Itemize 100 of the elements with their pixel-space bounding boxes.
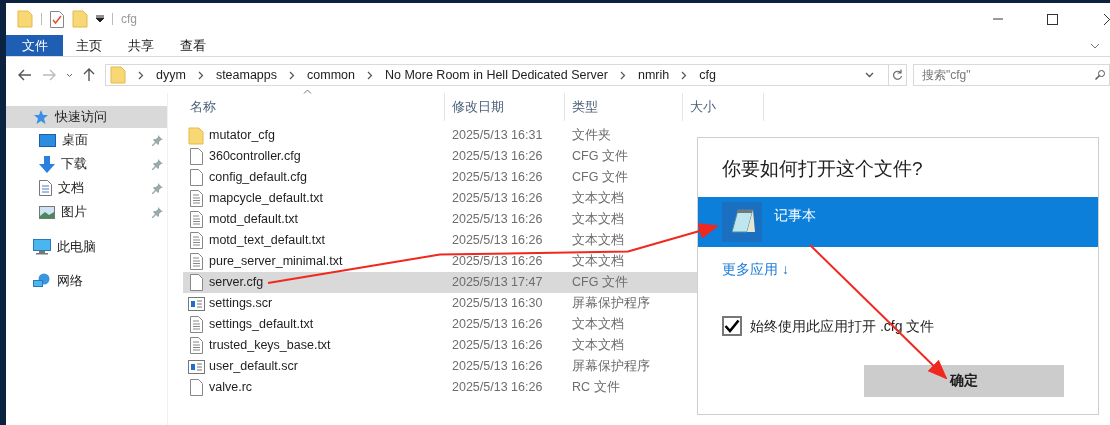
file-row[interactable]: settings.scr 2025/5/13 16:30 屏幕保护程序 (183, 293, 698, 314)
file-row[interactable]: motd_default.txt 2025/5/13 16:26 文本文档 (183, 209, 698, 230)
breadcrumb-item[interactable]: dyym (156, 65, 186, 85)
column-header[interactable]: 大小 (682, 93, 764, 121)
table-cell-text: 2025/5/13 16:26 (451, 379, 544, 397)
file-row[interactable]: config_default.cfg 2025/5/13 16:26 CFG 文件 (183, 167, 698, 188)
file-icon (189, 148, 203, 165)
chevron-right-icon (289, 70, 296, 80)
sidebar-item[interactable]: 文档 (6, 176, 167, 200)
file-name: settings.scr (208, 295, 274, 313)
up-arrow-icon[interactable] (83, 68, 95, 82)
search-field[interactable]: 搜索"cfg" (913, 64, 1110, 86)
folder-icon (72, 10, 88, 28)
window-title: cfg (121, 11, 137, 28)
network-icon (33, 273, 51, 289)
file-name: trusted_keys_base.txt (208, 337, 332, 355)
screensaver-file-icon (187, 359, 205, 374)
document-icon (39, 180, 52, 196)
column-header[interactable]: 名称 (183, 93, 444, 121)
table-cell-text: 2025/5/13 16:26 (451, 316, 544, 334)
text-file-icon (189, 316, 203, 333)
folder-icon (188, 126, 204, 145)
file-row[interactable]: user_default.scr 2025/5/13 16:26 屏幕保护程序 (183, 356, 698, 377)
sidebar-item[interactable]: 桌面 (6, 128, 167, 152)
close-icon[interactable] (1104, 13, 1110, 25)
text-file-icon (189, 337, 203, 354)
notepad-icon (722, 201, 762, 242)
back-arrow-icon[interactable] (18, 69, 32, 81)
chevron-right-icon (197, 70, 204, 80)
file-row[interactable]: 360controller.cfg 2025/5/13 16:26 CFG 文件 (183, 146, 698, 167)
breadcrumb-item[interactable]: common (307, 65, 355, 85)
table-cell-text: 2025/5/13 16:26 (451, 190, 544, 208)
column-header[interactable]: 修改日期 (444, 93, 564, 121)
file-name: 360controller.cfg (208, 148, 302, 166)
table-cell-text: CFG 文件 (571, 169, 628, 187)
app-option[interactable]: 记事本 (698, 196, 1098, 247)
file-name: pure_server_minimal.txt (208, 253, 344, 271)
dropdown-icon[interactable] (96, 15, 104, 23)
file-icon (189, 274, 203, 291)
computer-icon (33, 239, 51, 255)
file-row[interactable]: mapcycle_default.txt 2025/5/13 16:26 文本文档 (183, 188, 698, 209)
address-bar[interactable]: dyym steamapps common No More Room in Hell Dedicated Server nmrih cfg (105, 64, 907, 86)
file-row[interactable]: pure_server_minimal.txt 2025/5/13 16:26 文本文档 (183, 251, 698, 272)
chevron-right-icon (620, 70, 626, 80)
check-icon (724, 319, 740, 333)
more-apps-link[interactable]: 更多应用 ↓ (722, 258, 789, 280)
table-cell-text: 文本文档 (571, 337, 624, 355)
file-row[interactable]: mutator_cfg 2025/5/13 16:31 文件夹 (183, 125, 698, 146)
table-cell-text: 文本文档 (571, 190, 624, 208)
chevron-down-icon[interactable] (1090, 42, 1100, 49)
breadcrumb-item[interactable]: cfg (699, 65, 716, 85)
text-file-icon (189, 190, 203, 207)
file-row[interactable]: server.cfg 2025/5/13 17:47 CFG 文件 (183, 272, 698, 293)
ribbon-tab[interactable]: 查看 (167, 35, 219, 56)
file-row[interactable]: trusted_keys_base.txt 2025/5/13 16:26 文本文档 (183, 335, 698, 356)
sidebar-item[interactable]: 网络 (6, 270, 167, 292)
text-file-icon (189, 253, 203, 270)
ribbon-tab[interactable]: 文件 (6, 35, 63, 56)
file-name: valve.rc (208, 379, 254, 397)
maximize-icon[interactable] (1047, 13, 1058, 25)
sidebar-item[interactable]: 图片 (6, 200, 167, 224)
table-cell-text: 2025/5/13 16:26 (451, 211, 544, 229)
ribbon-tab[interactable]: 共享 (115, 35, 167, 56)
table-cell-text: 文件夹 (571, 127, 611, 145)
table-cell-text: 2025/5/13 16:31 (451, 127, 544, 145)
chevron-down-icon[interactable] (865, 72, 874, 78)
sidebar-item[interactable]: 下载 (6, 152, 167, 176)
dialog-title: 你要如何打开这个文件? (721, 157, 924, 181)
table-cell-text: 文本文档 (571, 253, 624, 271)
table-cell-text: 2025/5/13 16:26 (451, 337, 544, 355)
download-icon (39, 155, 55, 173)
ribbon-tab[interactable]: 主页 (63, 35, 115, 56)
table-cell-text: 2025/5/13 16:26 (451, 148, 544, 166)
file-row[interactable]: valve.rc 2025/5/13 16:26 RC 文件 (183, 377, 698, 398)
chevron-down-icon[interactable] (66, 72, 73, 78)
properties-icon[interactable] (50, 10, 64, 28)
table-cell-text: 屏幕保护程序 (571, 358, 650, 376)
chevron-right-icon (366, 70, 373, 80)
file-name: config_default.cfg (208, 169, 308, 187)
folder-icon (17, 10, 33, 28)
column-header[interactable]: 类型 (564, 93, 682, 121)
table-cell-text: 文本文档 (571, 211, 624, 229)
text-file-icon (189, 232, 203, 249)
file-name: settings_default.txt (208, 316, 315, 334)
file-row[interactable]: settings_default.txt 2025/5/13 16:26 文本文档 (183, 314, 698, 335)
ok-button[interactable]: 确定 (864, 364, 1064, 397)
chevron-right-icon (681, 70, 688, 80)
table-cell-text: 屏幕保护程序 (571, 295, 650, 313)
sidebar-item[interactable]: 快速访问 (6, 106, 167, 128)
file-row[interactable]: motd_text_default.txt 2025/5/13 16:26 文本文档 (183, 230, 698, 251)
table-cell-text: 2025/5/13 16:30 (451, 295, 544, 313)
sidebar-item[interactable]: 此电脑 (6, 236, 167, 258)
breadcrumb-item[interactable]: No More Room in Hell Dedicated Server (384, 65, 608, 85)
breadcrumb-item[interactable]: nmrih (638, 65, 670, 85)
table-cell-text: 2025/5/13 16:26 (451, 232, 544, 250)
table-cell-text: 2025/5/13 16:26 (451, 253, 544, 271)
breadcrumb-item[interactable]: steamapps (215, 65, 278, 85)
search-input[interactable]: 搜索"cfg" (922, 66, 1095, 84)
refresh-icon (892, 69, 903, 81)
chevron-right-icon (138, 70, 144, 80)
